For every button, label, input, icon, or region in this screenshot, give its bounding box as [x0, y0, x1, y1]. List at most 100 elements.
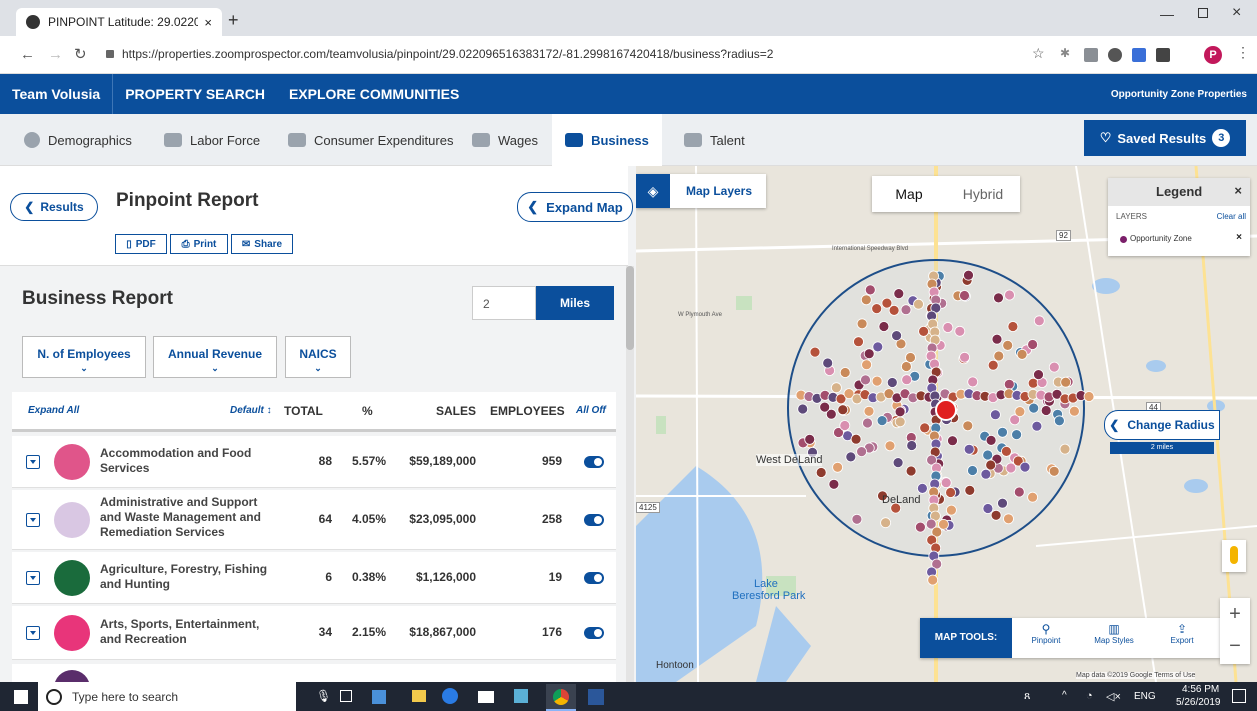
business-marker[interactable]	[1014, 406, 1026, 418]
business-marker[interactable]	[822, 357, 834, 369]
business-marker[interactable]	[1027, 491, 1039, 503]
zoom-out-button[interactable]: −	[1220, 631, 1250, 664]
business-marker[interactable]	[918, 325, 930, 337]
file-explorer-icon[interactable]	[412, 690, 426, 702]
business-marker[interactable]	[872, 341, 884, 353]
business-marker[interactable]	[880, 517, 892, 529]
business-marker[interactable]	[916, 482, 928, 494]
word-icon[interactable]	[588, 689, 604, 705]
expand-row-button[interactable]	[26, 513, 40, 527]
business-marker[interactable]	[942, 322, 954, 333]
business-marker[interactable]	[809, 346, 821, 358]
extension-icon[interactable]	[1156, 48, 1170, 62]
table-row[interactable]: Agriculture, Forestry, Fishing and Hunti…	[12, 552, 616, 604]
business-marker[interactable]	[893, 288, 905, 299]
business-marker[interactable]	[1007, 321, 1019, 332]
business-marker[interactable]	[851, 513, 863, 525]
business-marker[interactable]	[1031, 420, 1043, 432]
sort-default[interactable]: Default ↕	[230, 405, 272, 416]
brand-link[interactable]: Team Volusia	[0, 74, 114, 114]
business-marker[interactable]	[991, 333, 1003, 345]
business-marker[interactable]	[927, 574, 939, 586]
business-marker[interactable]	[876, 415, 888, 427]
business-marker[interactable]	[967, 376, 979, 388]
business-marker[interactable]	[894, 416, 906, 428]
extension-icon[interactable]	[1132, 48, 1146, 62]
business-marker[interactable]	[1013, 486, 1025, 498]
nav-property-search[interactable]: PROPERTY SEARCH	[113, 74, 277, 114]
opportunity-zone-link[interactable]: Opportunity Zone Properties	[1111, 89, 1247, 100]
business-marker[interactable]	[1016, 348, 1028, 360]
volume-icon[interactable]: ◁×	[1106, 690, 1121, 703]
pdf-button[interactable]: ▯ PDF	[115, 234, 167, 254]
business-marker[interactable]	[913, 298, 924, 310]
business-marker[interactable]	[863, 348, 875, 360]
business-marker[interactable]	[828, 478, 840, 490]
business-marker[interactable]	[856, 318, 868, 330]
business-marker[interactable]	[878, 321, 890, 332]
wifi-icon[interactable]: ◔	[1086, 690, 1093, 702]
business-marker[interactable]	[989, 409, 1001, 421]
business-marker[interactable]	[967, 465, 978, 476]
extension-icon[interactable]: ✱	[1060, 46, 1070, 60]
business-marker[interactable]	[1019, 461, 1031, 473]
business-marker[interactable]	[959, 290, 970, 301]
print-button[interactable]: ⎙ Print	[170, 234, 228, 254]
forward-icon[interactable]: →	[48, 46, 63, 63]
business-marker[interactable]	[959, 351, 971, 363]
business-marker[interactable]	[993, 292, 1004, 304]
close-window-icon[interactable]: ×	[1232, 4, 1241, 22]
restore-icon[interactable]	[1198, 8, 1208, 18]
url-field[interactable]: https://properties.zoomprospector.com/te…	[122, 47, 773, 61]
legend-close-icon[interactable]: ×	[1234, 183, 1242, 198]
business-marker[interactable]	[850, 433, 862, 445]
pinpoint-tool[interactable]: ⚲ Pinpoint	[1020, 622, 1072, 645]
business-marker[interactable]	[839, 367, 851, 378]
business-marker[interactable]	[987, 359, 999, 371]
business-marker[interactable]	[945, 487, 957, 498]
business-marker[interactable]	[862, 417, 873, 429]
expand-all-link[interactable]: Expand All	[28, 405, 79, 416]
language-indicator[interactable]: ENG	[1134, 691, 1156, 702]
tab-consumer-expenditures[interactable]: Consumer Expenditures	[288, 114, 453, 166]
business-marker[interactable]	[837, 404, 849, 416]
change-radius-button[interactable]: ❮ Change Radius	[1104, 410, 1220, 440]
business-marker[interactable]	[1000, 445, 1012, 457]
clock-time[interactable]: 4:56 PM	[1182, 684, 1219, 695]
business-marker[interactable]	[947, 435, 958, 447]
business-marker[interactable]	[888, 304, 900, 316]
business-marker[interactable]	[940, 477, 952, 489]
scrollbar-thumb[interactable]	[626, 266, 634, 350]
business-marker[interactable]	[839, 420, 851, 431]
task-view-icon[interactable]	[340, 690, 352, 702]
table-row[interactable]: Arts, Sports, Entertainment, and Recreat…	[12, 606, 616, 660]
tab-labor-force[interactable]: Labor Force	[164, 114, 260, 166]
people-icon[interactable]: ጸ	[1024, 690, 1030, 703]
tab-close-icon[interactable]: ×	[204, 15, 212, 30]
row-toggle[interactable]	[584, 456, 604, 468]
business-marker[interactable]	[863, 405, 875, 417]
business-marker[interactable]	[1003, 378, 1015, 390]
business-marker[interactable]	[894, 406, 906, 418]
map-layers-button[interactable]: ◈ Map Layers	[636, 174, 766, 208]
business-marker[interactable]	[1011, 429, 1023, 441]
mail-icon[interactable]	[478, 691, 494, 703]
zoom-in-button[interactable]: +	[1220, 598, 1250, 631]
legend-clear-link[interactable]: Clear all	[1217, 212, 1246, 221]
business-marker[interactable]	[906, 440, 918, 451]
browser-tab[interactable]: PINPOINT Latitude: 29.02209651 ×	[16, 8, 222, 36]
business-marker[interactable]	[1033, 315, 1045, 327]
edge-icon[interactable]	[442, 688, 458, 704]
extension-icon[interactable]	[1084, 48, 1098, 62]
business-marker[interactable]	[891, 330, 903, 342]
street-view-icon[interactable]	[1222, 540, 1246, 572]
business-marker[interactable]	[1003, 513, 1014, 525]
business-marker[interactable]	[905, 465, 917, 477]
tab-business[interactable]: Business	[552, 114, 662, 166]
expand-row-button[interactable]	[26, 571, 40, 585]
mic-icon[interactable]: 🎙	[316, 689, 331, 703]
row-toggle[interactable]	[584, 572, 604, 584]
business-marker[interactable]	[856, 446, 868, 458]
business-marker[interactable]	[884, 440, 896, 452]
naics-filter[interactable]: NAICS ⌄	[285, 336, 351, 378]
